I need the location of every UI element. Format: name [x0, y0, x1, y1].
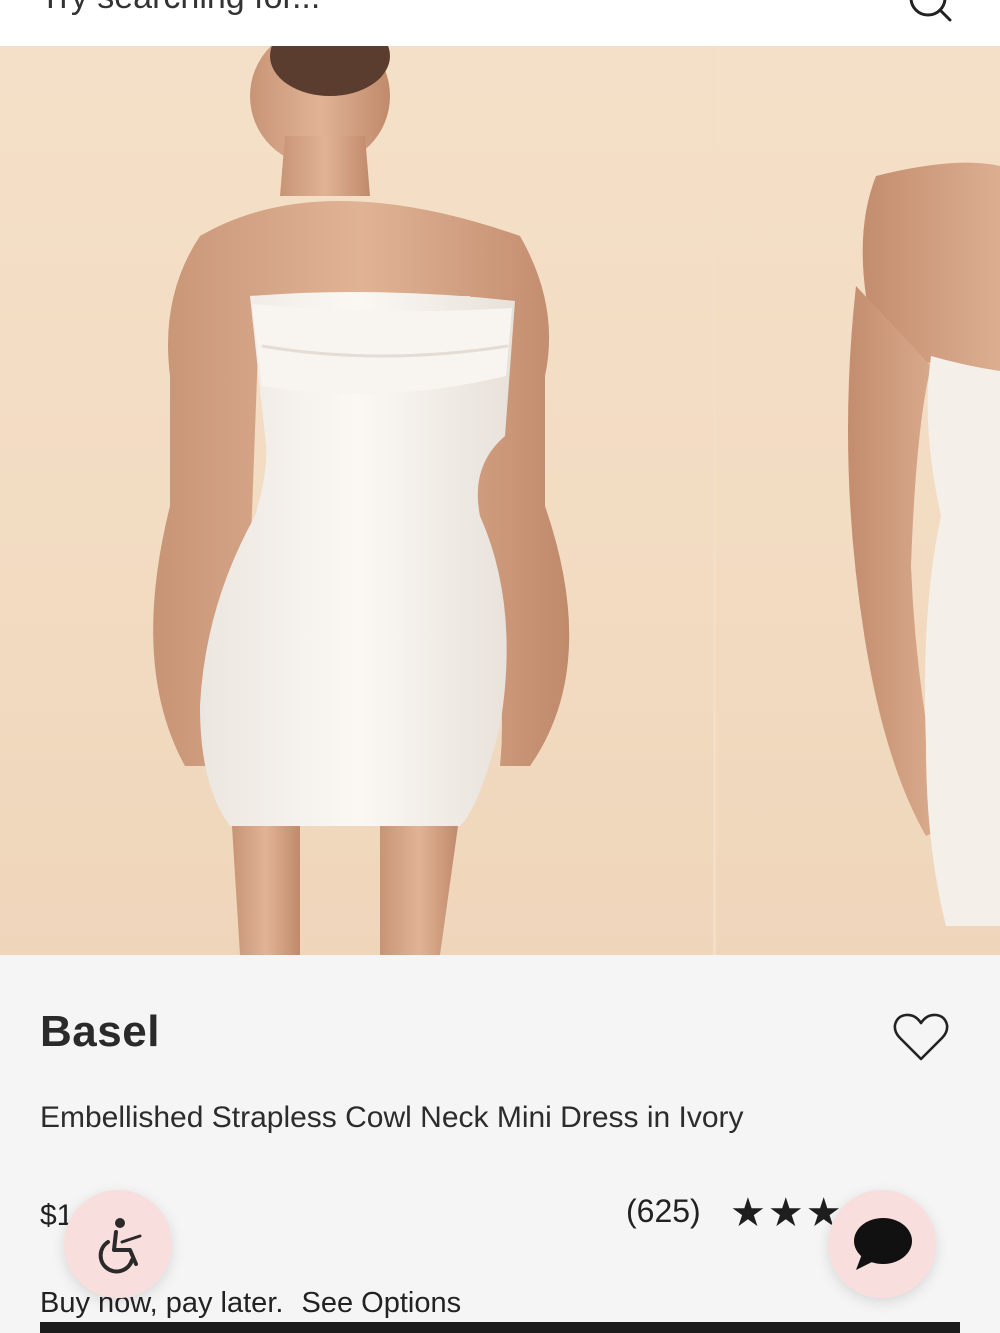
review-count[interactable]: (625) [626, 1193, 701, 1230]
search-input[interactable]: Try searching for... [40, 0, 320, 17]
chat-button[interactable] [828, 1190, 936, 1298]
heart-outline-icon[interactable] [893, 1013, 949, 1063]
product-name: Embellished Strapless Cowl Neck Mini Dre… [40, 1101, 744, 1134]
product-brand: Basel [40, 1007, 160, 1056]
chat-bubble-icon [854, 1218, 912, 1270]
accessibility-button[interactable] [64, 1190, 172, 1298]
product-image-carousel[interactable] [0, 46, 1000, 955]
wheelchair-icon [98, 1218, 142, 1274]
see-options-link[interactable]: See Options [302, 1287, 462, 1319]
product-image-front[interactable] [0, 46, 713, 955]
product-image-back[interactable] [716, 46, 1000, 955]
search-bar[interactable]: Try searching for... [0, 0, 1000, 46]
add-to-bag-bar[interactable] [40, 1322, 960, 1333]
search-icon[interactable] [908, 0, 952, 22]
